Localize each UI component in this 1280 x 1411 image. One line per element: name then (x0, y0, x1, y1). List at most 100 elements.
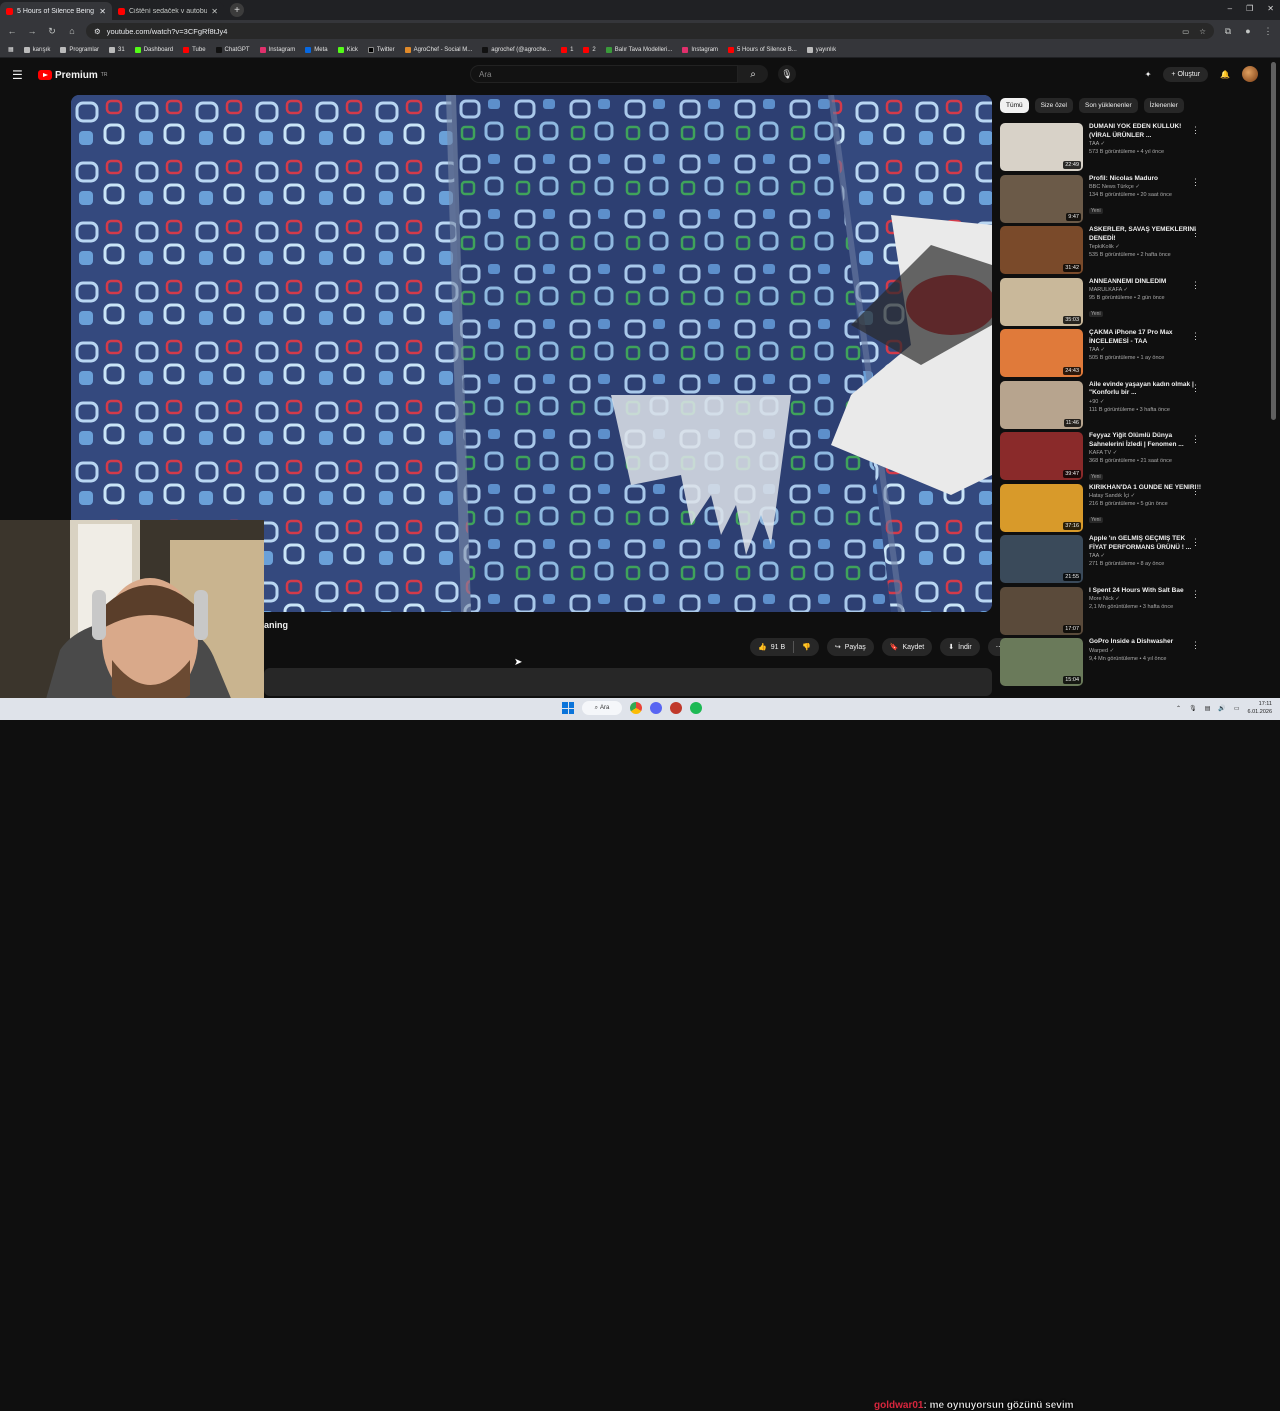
bookmark-item[interactable]: agrochef (@agroche... (482, 46, 551, 53)
volume-icon[interactable]: 🔊 (1218, 705, 1225, 712)
battery-icon[interactable]: ▭ (1234, 705, 1240, 712)
maximize-icon[interactable]: ❐ (1246, 4, 1253, 13)
minimize-icon[interactable]: – (1228, 4, 1232, 13)
more-options-icon[interactable]: ⋮ (1191, 486, 1200, 497)
video-title[interactable]: ÇAKMA iPhone 17 Pro Max İNCELEMESİ - TAA (1089, 329, 1204, 346)
video-title[interactable]: I Spent 24 Hours With Salt Bae (1089, 587, 1204, 596)
bookmark-item[interactable]: Dashboard (134, 46, 173, 53)
bookmark-item[interactable]: karışık (23, 46, 50, 53)
bookmark-item[interactable]: Balır Tava Modelleri... (605, 46, 672, 53)
close-tab-icon[interactable]: ✕ (99, 7, 106, 16)
bookmark-item[interactable]: Instagram (259, 46, 295, 53)
more-options-icon[interactable]: ⋮ (1191, 125, 1200, 136)
close-window-icon[interactable]: ✕ (1267, 4, 1274, 13)
chrome-icon[interactable] (630, 702, 642, 714)
video-thumbnail[interactable]: 15:04 (1000, 638, 1083, 686)
recommended-video[interactable]: 39:47 Feyyaz Yiğit Ölümlü Dünya Sahneleri… (1000, 432, 1204, 484)
recommended-video[interactable]: 24:43 ÇAKMA iPhone 17 Pro Max İNCELEMESİ … (1000, 329, 1204, 381)
bookmark-item[interactable]: 5 Hours of Silence B... (728, 46, 797, 53)
save-button[interactable]: 🔖 Kaydet (881, 638, 933, 656)
bookmark-item[interactable]: Twitter (367, 46, 395, 53)
clock[interactable]: 17:11 6.01.2026 (1248, 700, 1272, 716)
video-thumbnail[interactable]: 24:43 (1000, 329, 1083, 377)
video-thumbnail[interactable]: 17:07 (1000, 586, 1083, 635)
video-thumbnail[interactable]: 11:46 (1000, 380, 1083, 429)
profile-icon[interactable]: ● (1242, 26, 1254, 36)
download-button[interactable]: ⬇ İndir (940, 638, 980, 656)
channel-name[interactable]: MARULKAFA ✓ (1089, 286, 1204, 294)
recommended-video[interactable]: 17:07 I Spent 24 Hours With Salt Bae More … (1000, 586, 1204, 639)
recommended-video[interactable]: 37:16 KIRIKHAN'DA 1 GÜNDE NE YENİR!!! Hata… (1000, 483, 1204, 536)
recommended-video[interactable]: 22:49 DUMANI YOK EDEN KÜLLÜK! (VİRAL ÜRÜN… (1000, 123, 1204, 175)
home-icon[interactable]: ⌂ (66, 26, 78, 36)
channel-name[interactable]: BBC News Türkçe ✓ (1089, 183, 1204, 191)
video-title[interactable]: KIRIKHAN'DA 1 GÜNDE NE YENİR!!! (1089, 484, 1204, 493)
like-button[interactable]: 👍 91 B 👎 (750, 638, 819, 656)
create-button[interactable]: + Oluştur (1163, 66, 1209, 82)
recommended-video[interactable]: 11:46 Aile evinde yaşayan kadın olmak | "… (1000, 380, 1204, 433)
more-options-icon[interactable]: ⋮ (1191, 280, 1200, 291)
video-title[interactable]: ASKERLER, SAVAŞ YEMEKLERİNİ DENEDİ! (1089, 226, 1204, 243)
taskbar-search[interactable]: ⌕ Ara (582, 701, 622, 715)
bookmark-item[interactable]: Kick (337, 46, 358, 53)
channel-name[interactable]: +90 ✓ (1089, 398, 1204, 406)
channel-name[interactable]: Hatay Sandık İçi ✓ (1089, 492, 1204, 500)
video-thumbnail[interactable]: 21:55 (1000, 535, 1083, 583)
more-options-icon[interactable]: ⋮ (1191, 537, 1200, 548)
bookmark-item[interactable]: AgroChef - Social M... (404, 46, 472, 53)
more-options-icon[interactable]: ⋮ (1191, 434, 1200, 445)
bookmark-item[interactable]: Programlar (60, 46, 99, 53)
recommended-video[interactable]: 35:03 ANNEANNEMİ DİNLEDİM MARULKAFA ✓ 95 B … (1000, 277, 1204, 330)
video-thumbnail[interactable]: 39:47 (1000, 432, 1083, 480)
discord-icon[interactable] (650, 702, 662, 714)
share-button[interactable]: ↪ Paylaş (826, 638, 874, 656)
more-options-icon[interactable]: ⋮ (1191, 331, 1200, 342)
more-options-icon[interactable]: ⋮ (1191, 177, 1200, 188)
video-title[interactable]: Feyyaz Yiğit Ölümlü Dünya Sahnelerini İz… (1089, 432, 1204, 449)
thumbs-down-icon[interactable]: 👎 (802, 643, 811, 651)
new-tab-button[interactable]: + (230, 3, 244, 17)
description-box[interactable] (264, 668, 992, 696)
chip-for-you[interactable]: Size özel (1034, 98, 1073, 113)
video-title[interactable]: DUMANI YOK EDEN KÜLLÜK! (VİRAL ÜRÜNLER .… (1089, 123, 1204, 140)
forward-icon[interactable]: → (26, 26, 38, 36)
windows-start-icon[interactable] (562, 702, 574, 714)
video-title[interactable]: ANNEANNEMİ DİNLEDİM (1089, 278, 1204, 287)
bookmark-item[interactable]: Tube (183, 46, 206, 53)
microphone-tray-icon[interactable]: 🎙 (1189, 705, 1197, 712)
bookmark-item[interactable]: ChatGPT (215, 46, 250, 53)
chip-watched[interactable]: İzlenenler (1143, 98, 1184, 113)
url-field[interactable]: ⚙ youtube.com/watch?v=3CFgRf8tJy4 ▭ ☆ (86, 23, 1214, 39)
bookmark-item[interactable]: Meta (305, 46, 328, 53)
close-tab-icon[interactable]: ✕ (211, 7, 218, 16)
bookmark-star-icon[interactable]: ☆ (1199, 27, 1206, 36)
bookmark-item[interactable]: 1 (561, 46, 573, 53)
avatar[interactable] (1242, 66, 1258, 82)
channel-name[interactable]: TAA ✓ (1089, 552, 1204, 560)
channel-name[interactable]: More Nick ✓ (1089, 595, 1204, 603)
more-options-icon[interactable]: ⋮ (1191, 589, 1200, 600)
reload-icon[interactable]: ↻ (46, 26, 58, 37)
recommended-video[interactable]: 9:47 Profil: Nicolas Maduro BBC News Türkç… (1000, 174, 1204, 227)
hamburger-menu-icon[interactable]: ☰ (12, 68, 28, 82)
video-thumbnail[interactable]: 9:47 (1000, 174, 1083, 223)
search-input[interactable]: Ara (470, 65, 738, 83)
channel-name[interactable]: TAA ✓ (1089, 346, 1204, 354)
bookmark-item[interactable]: 2 (583, 46, 596, 53)
video-thumbnail[interactable]: 22:49 (1000, 123, 1083, 171)
search-button[interactable]: ⌕ (738, 65, 768, 83)
channel-name[interactable]: KAFA TV ✓ (1089, 449, 1204, 457)
app-icon[interactable] (670, 702, 682, 714)
tray-chevron-icon[interactable]: ⌃ (1176, 705, 1181, 712)
channel-name[interactable]: TAA ✓ (1089, 140, 1204, 148)
notifications-bell-icon[interactable]: 🔔 (1220, 70, 1230, 79)
video-title[interactable]: Apple 'ın GELMİŞ GEÇMİŞ TEK FİYAT PERFOR… (1089, 535, 1204, 552)
recommended-video[interactable]: 15:04 GoPro Inside a Dishwasher Warped ✓ 9,… (1000, 638, 1204, 690)
more-options-icon[interactable]: ⋮ (1191, 383, 1200, 394)
gemini-icon[interactable]: ✦ (1145, 70, 1152, 79)
video-thumbnail[interactable]: 37:16 (1000, 483, 1083, 532)
browser-tab[interactable]: 5 Hours of Silence Being Randi... ✕ (0, 2, 112, 20)
youtube-premium-logo[interactable]: Premium TR (38, 70, 107, 81)
apps-icon[interactable]: ▦ (8, 46, 14, 53)
more-options-icon[interactable]: ⋮ (1191, 640, 1200, 651)
